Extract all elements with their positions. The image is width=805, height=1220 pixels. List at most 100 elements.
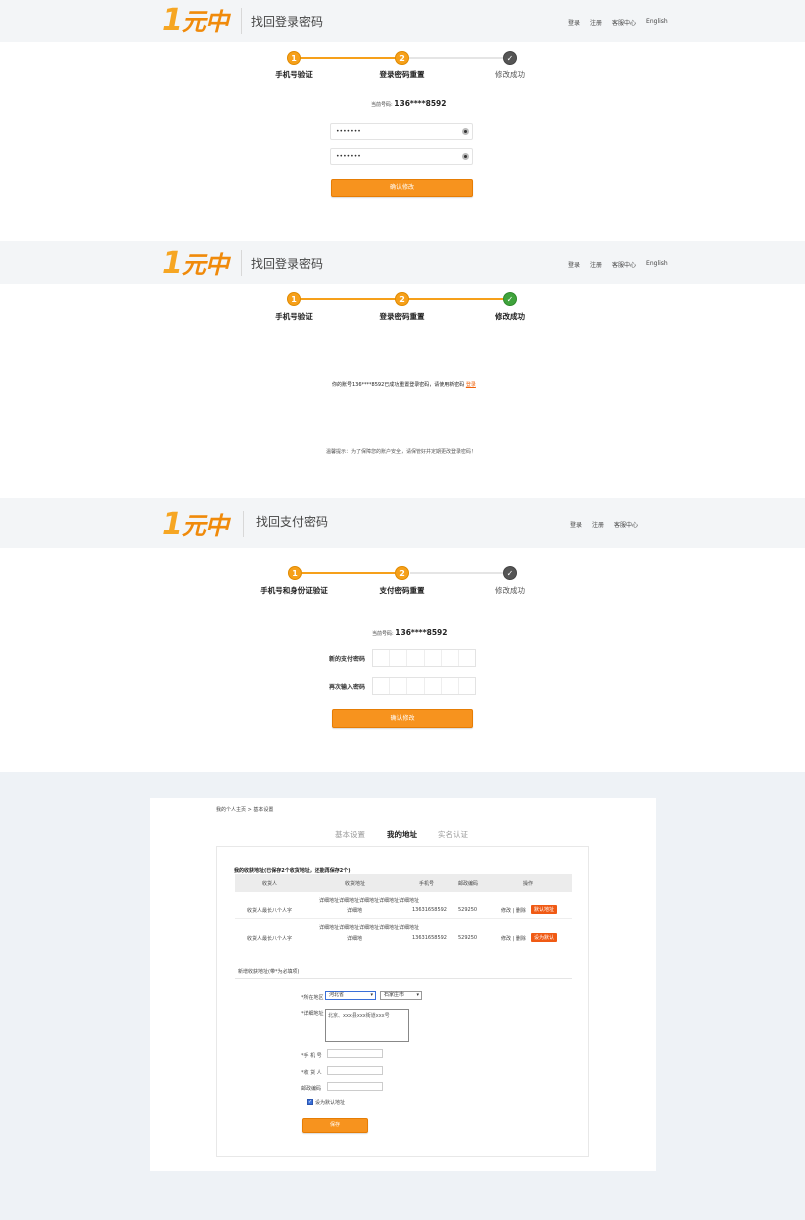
tab-basic[interactable]: 基本设置: [335, 829, 365, 840]
progress-line: [408, 298, 508, 300]
step-1-label: 手机号和身份证验证: [260, 586, 328, 595]
phone-input[interactable]: [327, 1049, 383, 1058]
page-title: 找回支付密码: [256, 515, 329, 529]
province-select[interactable]: 河北省 ▾: [325, 991, 376, 1000]
success-message: 你的账号136****8592已成功重置登录密码，请使用新密码 登录: [332, 382, 476, 388]
row-phone: 13631658592: [412, 907, 447, 913]
repeat-pay-label: 再次输入密码: [329, 684, 366, 691]
check-icon: ✓: [503, 51, 517, 65]
step-3-label: 修改成功: [495, 70, 525, 79]
nav-service[interactable]: 客服中心: [612, 18, 636, 27]
phone-row: 当前号码: 136****8592: [372, 628, 448, 637]
step-2-label: 登录密码重置: [379, 312, 425, 321]
nav-english[interactable]: English: [646, 260, 668, 269]
nav-register[interactable]: 注册: [590, 260, 602, 269]
step-3-label: 修改成功: [495, 312, 525, 321]
header-1: 1元中 找回登录密码 登录 注册 客服中心 English: [0, 0, 805, 42]
step-1-label: 手机号验证: [275, 312, 313, 321]
zip-input[interactable]: [327, 1082, 383, 1091]
logo[interactable]: 1元中: [162, 510, 229, 540]
new-address-title: 新增收获地址(带*为必填项): [238, 969, 300, 975]
nav-login[interactable]: 登录: [568, 18, 580, 27]
step-1-circle: 1: [287, 292, 301, 306]
detail-label: *详细地址: [301, 1011, 324, 1017]
col-ops: 操作: [523, 881, 534, 887]
step-2-label: 支付密码重置: [379, 586, 425, 595]
step-2-circle: 2: [395, 51, 409, 65]
col-zip: 邮政编码: [458, 881, 479, 887]
logo[interactable]: 1元中: [162, 249, 229, 279]
divider: [235, 978, 572, 979]
top-nav: 登录 注册 客服中心: [570, 520, 638, 529]
new-pay-label: 新的支付密码: [329, 656, 366, 663]
tab-address[interactable]: 我的地址: [387, 829, 417, 840]
new-pay-pin[interactable]: [372, 649, 476, 667]
progress-line: [300, 57, 400, 59]
progress-line: [302, 572, 395, 574]
address-summary: 我的收获地址(已保存2个收货地址，还能再保存2个): [234, 868, 351, 874]
progress-line: [408, 57, 508, 59]
city-select[interactable]: 石家庄市 ▾: [380, 991, 422, 1000]
default-checkbox[interactable]: ✓: [307, 1099, 313, 1105]
progress-line: [410, 572, 503, 574]
new-password-field[interactable]: •••••••: [330, 123, 473, 140]
header-3: 1元中 找回支付密码 登录 注册 客服中心: [0, 498, 805, 548]
top-nav: 登录 注册 客服中心 English: [568, 260, 668, 269]
row-address: 详细地址详细地址详细地址详细地址详细地址: [319, 925, 420, 931]
nav-service[interactable]: 客服中心: [612, 260, 636, 269]
header-2: 1元中 找回登录密码 登录 注册 客服中心 English: [0, 241, 805, 284]
breadcrumb[interactable]: 我的个人主页 > 基本设置: [216, 806, 273, 813]
confirm-button[interactable]: 确认修改: [332, 709, 473, 728]
step-2-circle: 2: [395, 566, 409, 580]
row-edit-delete[interactable]: 修改 | 删除: [501, 907, 526, 914]
eye-icon[interactable]: [462, 153, 469, 160]
login-link[interactable]: 登录: [466, 382, 476, 388]
nav-register[interactable]: 注册: [592, 520, 604, 529]
tab-realname[interactable]: 实名认证: [438, 829, 468, 840]
repeat-password-field[interactable]: •••••••: [330, 148, 473, 165]
col-address: 收货地址: [345, 881, 366, 887]
table-row: 收货人最长八个人字 详细地址详细地址详细地址详细地址详细地址 详细地 13631…: [235, 920, 572, 947]
nav-service[interactable]: 客服中心: [614, 520, 638, 529]
save-button[interactable]: 保存: [302, 1118, 368, 1133]
nav-login[interactable]: 登录: [570, 520, 582, 529]
step-2-circle: 2: [395, 292, 409, 306]
nav-english[interactable]: English: [646, 18, 668, 27]
nav-register[interactable]: 注册: [590, 18, 602, 27]
col-receiver: 收货人: [262, 881, 278, 887]
set-default-button[interactable]: 设为默认: [531, 933, 558, 942]
reset-success: 1 2 ✓ 手机号验证 登录密码重置 修改成功 你的账号136****8592已…: [0, 284, 805, 498]
row-zip: 529250: [458, 935, 478, 941]
logo[interactable]: 1元中: [162, 6, 229, 36]
receiver-input[interactable]: [327, 1066, 383, 1075]
detail-textarea[interactable]: 北京、xxx县xxx街道xxx号: [325, 1009, 409, 1042]
progress-line: [300, 298, 400, 300]
row-address: 详细地址详细地址详细地址详细地址详细地址: [319, 898, 420, 904]
divider: [241, 8, 242, 34]
default-badge: 默认地址: [531, 905, 558, 914]
row-receiver: 收货人最长八个人字: [247, 936, 293, 942]
row-edit-delete[interactable]: 修改 | 删除: [501, 935, 526, 942]
table-row: 收货人最长八个人字 详细地址详细地址详细地址详细地址详细地址 详细地 13631…: [235, 893, 572, 919]
check-icon: ✓: [503, 292, 517, 306]
row-phone: 13631658592: [412, 935, 447, 941]
row-receiver: 收货人最长八个人字: [247, 908, 293, 914]
reset-login-form: 1 2 ✓ 手机号验证 登录密码重置 修改成功 当前号码: 136****859…: [0, 42, 805, 241]
row-zip: 529250: [458, 907, 478, 913]
nav-login[interactable]: 登录: [568, 260, 580, 269]
divider: [243, 511, 244, 537]
row-address-2: 详细地: [347, 936, 363, 942]
address-panel: 我的个人主页 > 基本设置 基本设置 我的地址 实名认证 我的收获地址(已保存2…: [150, 798, 656, 1171]
step-2-label: 登录密码重置: [379, 70, 425, 79]
col-phone: 手机号: [419, 881, 435, 887]
default-label: 设为默认地址: [315, 1100, 346, 1106]
step-3-label: 修改成功: [495, 586, 525, 595]
confirm-button[interactable]: 确认修改: [331, 179, 473, 197]
step-1-label: 手机号验证: [275, 70, 313, 79]
receiver-label: *收 货 人: [301, 1070, 322, 1076]
zip-label: 邮政编码: [301, 1086, 322, 1092]
eye-icon[interactable]: [462, 128, 469, 135]
repeat-pay-pin[interactable]: [372, 677, 476, 695]
phone-label: *手 机 号: [301, 1053, 322, 1059]
phone-row: 当前号码: 136****8592: [371, 99, 447, 108]
